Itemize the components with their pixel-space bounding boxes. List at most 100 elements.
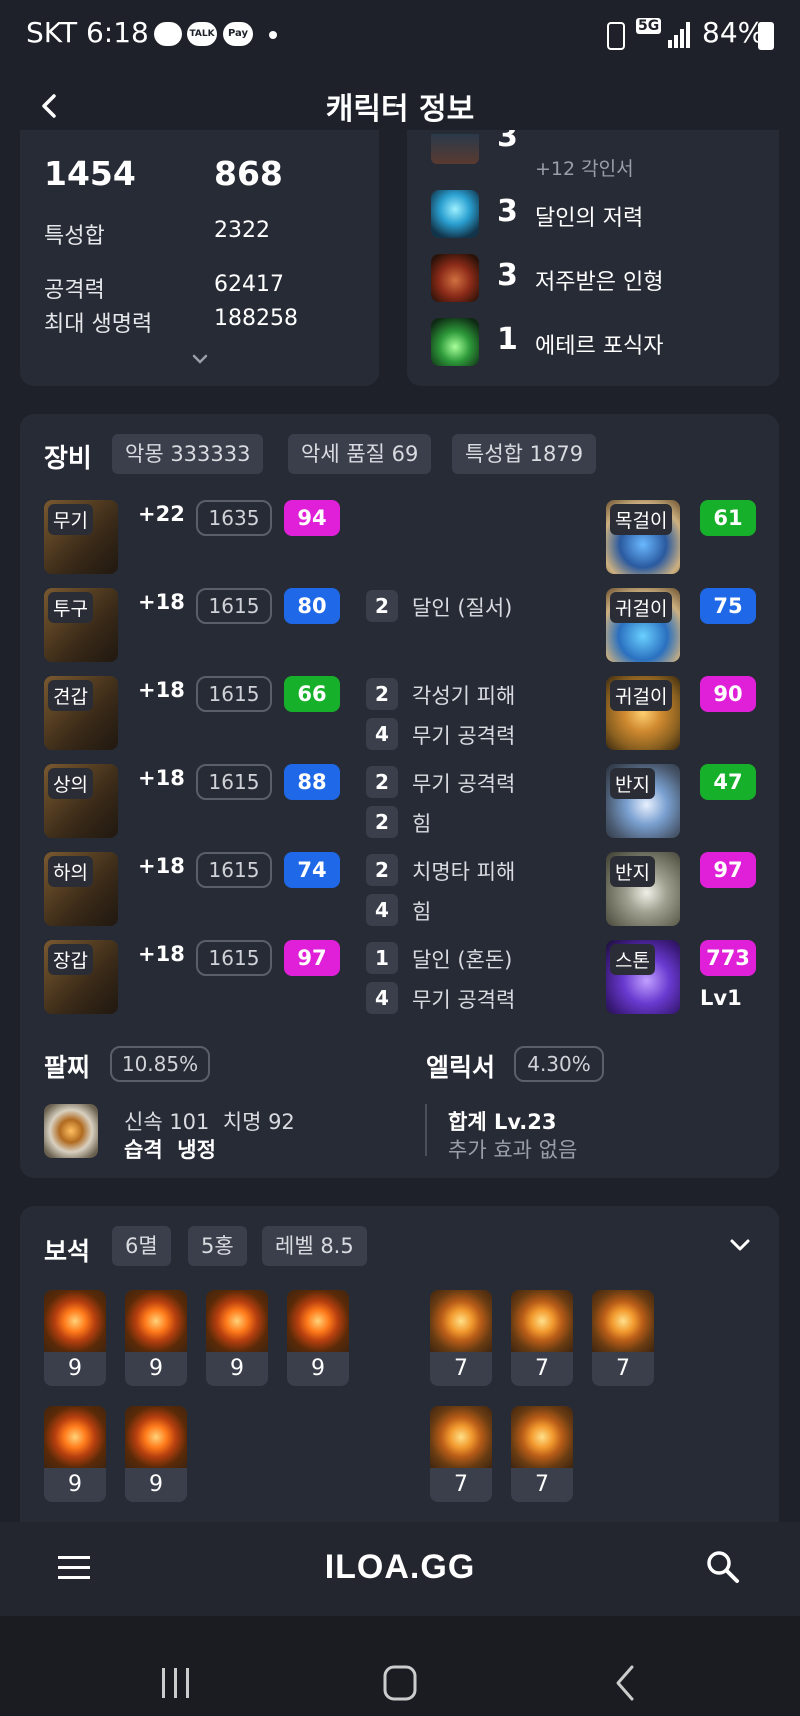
engraving-icon bbox=[431, 254, 479, 302]
equipment-upgrade: +18 bbox=[138, 766, 185, 790]
equipment-item-level: 1615 bbox=[196, 588, 272, 624]
gem-icon bbox=[287, 1290, 349, 1352]
bracelet-percent: 10.85% bbox=[110, 1046, 210, 1082]
gem-icon bbox=[44, 1406, 106, 1468]
system-back-button[interactable] bbox=[610, 1664, 640, 1702]
divider bbox=[425, 1104, 427, 1156]
gem-orange[interactable]: 7 bbox=[511, 1290, 573, 1386]
effect-name: 무기 공격력 bbox=[412, 988, 516, 1012]
chevron-down-icon bbox=[192, 354, 208, 364]
accessory-quality-badge: 90 bbox=[700, 676, 756, 712]
gem-icon bbox=[44, 1290, 106, 1352]
equipment-slot-label: 견갑 bbox=[48, 680, 93, 711]
gem-level: 9 bbox=[311, 1356, 325, 1381]
effect-count: 4 bbox=[366, 894, 398, 926]
equipment-item-level: 1615 bbox=[196, 676, 272, 712]
bracelet-image[interactable] bbox=[44, 1104, 98, 1158]
site-logo[interactable]: ILOA.GG bbox=[0, 1548, 800, 1587]
equipment-item-level: 1635 bbox=[196, 500, 272, 536]
effect-name: 달인 (혼돈) bbox=[412, 948, 513, 972]
effect-count: 4 bbox=[366, 982, 398, 1014]
status-time: SKT 6:18 bbox=[26, 16, 149, 49]
bracelet-stats: 신속 101 치명 92 bbox=[124, 1110, 295, 1134]
elixir-extra: 추가 효과 없음 bbox=[448, 1138, 578, 1162]
system-nav-bar bbox=[0, 1616, 800, 1716]
search-button[interactable] bbox=[706, 1550, 740, 1584]
dot-icon bbox=[269, 31, 277, 39]
battery-icon bbox=[758, 22, 774, 50]
engraving-name: 달인의 저력 bbox=[535, 206, 644, 231]
battery-percent: 84% bbox=[702, 16, 765, 49]
equipment-card: 장비 악몽 333333 악세 품질 69 특성합 1879 무기 +22 16… bbox=[20, 414, 779, 1178]
accessory-quality-badge: 97 bbox=[700, 852, 756, 888]
home-button[interactable] bbox=[382, 1664, 418, 1702]
engraving-level: 3 bbox=[497, 194, 518, 229]
page-title: 캐릭터 정보 bbox=[325, 92, 475, 127]
equipment-slot-label: 투구 bbox=[48, 592, 93, 623]
equipment-item-image[interactable]: 무기 bbox=[44, 500, 118, 574]
accessory-image[interactable]: 스톤 bbox=[606, 940, 680, 1014]
accessory-image[interactable]: 목걸이 bbox=[606, 500, 680, 574]
gem-orange[interactable]: 7 bbox=[430, 1290, 492, 1386]
engraving-level: 1 bbox=[497, 322, 518, 357]
gem-red[interactable]: 9 bbox=[44, 1406, 106, 1502]
back-icon bbox=[616, 1665, 634, 1701]
gems-title: 보석 bbox=[44, 1237, 91, 1266]
equipment-quality-badge: 97 bbox=[284, 940, 340, 976]
gem-level: 9 bbox=[68, 1356, 82, 1381]
gem-icon bbox=[430, 1290, 492, 1352]
accessory-quality-badge: 47 bbox=[700, 764, 756, 800]
stat-label: 공격력 bbox=[44, 278, 105, 303]
engraving-icon bbox=[431, 318, 479, 366]
equipment-item-image[interactable]: 투구 bbox=[44, 588, 118, 662]
equipment-quality-badge: 66 bbox=[284, 676, 340, 712]
message-icon bbox=[154, 22, 182, 46]
gem-red[interactable]: 9 bbox=[206, 1290, 268, 1386]
gems-chip: 6멸 bbox=[112, 1226, 171, 1266]
gem-red[interactable]: 9 bbox=[44, 1290, 106, 1386]
equipment-title: 장비 bbox=[44, 444, 92, 474]
gem-icon bbox=[592, 1290, 654, 1352]
equipment-upgrade: +22 bbox=[138, 502, 185, 526]
accessory-quality-badge: 773 bbox=[700, 940, 756, 976]
equipment-item-image[interactable]: 상의 bbox=[44, 764, 118, 838]
engraving-name: 저주받은 인형 bbox=[535, 270, 664, 295]
gem-icon bbox=[125, 1290, 187, 1352]
effect-count: 1 bbox=[366, 942, 398, 974]
equipment-item-image[interactable]: 하의 bbox=[44, 852, 118, 926]
accessory-image[interactable]: 반지 bbox=[606, 764, 680, 838]
expand-gems-button[interactable] bbox=[726, 1236, 754, 1256]
gem-level: 9 bbox=[230, 1356, 244, 1381]
accessory-image[interactable]: 귀걸이 bbox=[606, 676, 680, 750]
network-label: 5G bbox=[636, 18, 662, 34]
effect-count: 2 bbox=[366, 590, 398, 622]
accessory-quality-badge: 75 bbox=[700, 588, 756, 624]
gem-icon bbox=[511, 1406, 573, 1468]
gem-red[interactable]: 9 bbox=[125, 1406, 187, 1502]
equipment-quality-badge: 88 bbox=[284, 764, 340, 800]
stat-label: 최대 생명력 bbox=[44, 312, 153, 337]
accessory-slot-label: 귀걸이 bbox=[610, 592, 673, 623]
gem-orange[interactable]: 7 bbox=[511, 1406, 573, 1502]
accessory-slot-label: 반지 bbox=[610, 768, 655, 799]
equipment-item-image[interactable]: 장갑 bbox=[44, 940, 118, 1014]
gem-level: 9 bbox=[149, 1356, 163, 1381]
recent-apps-button[interactable] bbox=[158, 1666, 194, 1700]
expand-stats-button[interactable] bbox=[188, 352, 212, 368]
gem-red[interactable]: 9 bbox=[125, 1290, 187, 1386]
gem-orange[interactable]: 7 bbox=[592, 1290, 654, 1386]
effect-name: 힘 bbox=[412, 900, 432, 924]
equipment-item-image[interactable]: 견갑 bbox=[44, 676, 118, 750]
engraving-name: +12 각인서 bbox=[535, 158, 634, 180]
accessory-slot-label: 스톤 bbox=[610, 944, 655, 975]
chevron-down-icon bbox=[730, 1239, 750, 1251]
accessory-image[interactable]: 반지 bbox=[606, 852, 680, 926]
gem-level: 9 bbox=[149, 1472, 163, 1497]
gem-orange[interactable]: 7 bbox=[430, 1406, 492, 1502]
equipment-upgrade: +18 bbox=[138, 942, 185, 966]
bracelet-effects: 습격 냉정 bbox=[124, 1138, 216, 1162]
gem-level: 7 bbox=[535, 1472, 549, 1497]
gem-red[interactable]: 9 bbox=[287, 1290, 349, 1386]
recycle-icon bbox=[607, 22, 625, 50]
accessory-image[interactable]: 귀걸이 bbox=[606, 588, 680, 662]
